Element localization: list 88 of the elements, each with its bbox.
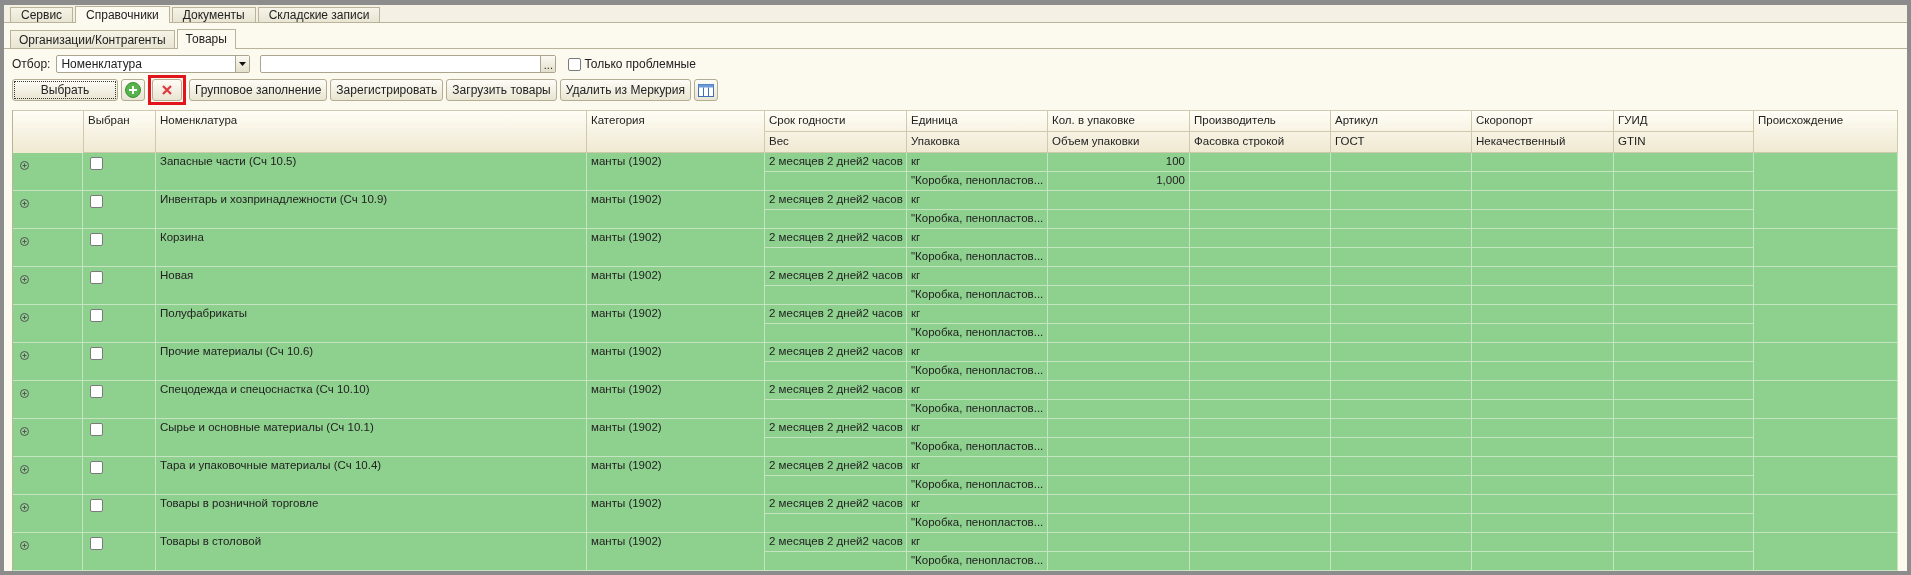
checkbox[interactable] <box>90 309 103 322</box>
tab[interactable]: Организации/Контрагенты <box>10 30 175 48</box>
column-header[interactable]: Производитель <box>1190 111 1331 132</box>
tab[interactable]: Документы <box>171 7 256 22</box>
toolbar-button[interactable]: Выбрать <box>12 79 118 101</box>
table-cell: 2 месяцев 2 дней2 часов <box>765 191 907 210</box>
table-cell: кг <box>907 343 1048 362</box>
table-cell: кг <box>907 419 1048 438</box>
checkbox[interactable] <box>90 499 103 512</box>
column-header[interactable]: ГУИД <box>1614 111 1754 132</box>
filter-field[interactable]: Номенклатура <box>56 55 251 73</box>
close-icon <box>161 84 173 96</box>
select-button[interactable]: ... <box>540 56 556 72</box>
table-cell: кг <box>907 495 1048 514</box>
expand-icon[interactable] <box>20 275 29 284</box>
checkbox[interactable] <box>90 385 103 398</box>
tab[interactable]: Товары <box>176 29 236 49</box>
table-row[interactable]: Товары в столовой манты (1902) 2 месяцев 2 дней2 часов кг "Коробка, пенопластов... <box>13 533 1898 571</box>
column-header[interactable]: Скоропорт <box>1472 111 1614 132</box>
tab[interactable]: Справочники <box>75 6 170 23</box>
checkbox[interactable] <box>90 195 103 208</box>
table-cell: "Коробка, пенопластов... <box>907 552 1048 571</box>
table-cell: 2 месяцев 2 дней2 часов <box>765 457 907 476</box>
column-header[interactable]: Срок годности <box>765 111 907 132</box>
expand-icon[interactable] <box>20 351 29 360</box>
expand-icon[interactable] <box>20 427 29 436</box>
expand-icon[interactable] <box>20 199 29 208</box>
table-row[interactable]: Товары в розничной торговле манты (1902) 2 месяцев 2 дней2 часов кг "Коробка, пенопластов... <box>13 495 1898 533</box>
expand-icon[interactable] <box>20 541 29 550</box>
expand-icon[interactable] <box>20 465 29 474</box>
tab[interactable]: Сервис <box>10 7 74 22</box>
checkbox[interactable] <box>90 347 103 360</box>
table-row[interactable]: Сырье и основные материалы (Сч 10.1) манты (1902) 2 месяцев 2 дней2 часов кг "Коробка, пенопластов... <box>13 419 1898 457</box>
table-row[interactable]: Новая манты (1902) 2 месяцев 2 дней2 часов кг "Коробка, пенопластов... <box>13 267 1898 305</box>
checkbox[interactable] <box>90 271 103 284</box>
table-cell: 2 месяцев 2 дней2 часов <box>765 267 907 286</box>
table-cell: манты (1902) <box>587 533 765 571</box>
checkbox[interactable] <box>90 537 103 550</box>
expand-icon[interactable] <box>20 503 29 512</box>
checkbox[interactable] <box>90 423 103 436</box>
checkbox[interactable] <box>90 157 103 170</box>
filter-label: Отбор: <box>12 57 51 71</box>
plus-icon <box>125 82 141 98</box>
table-row[interactable]: Инвентарь и хозпринадлежности (Сч 10.9) манты (1902) 2 месяцев 2 дней2 часов кг "Коробка, пенопластов... <box>13 191 1898 229</box>
toolbar-button[interactable]: Удалить из Меркурия <box>559 79 691 101</box>
column-header[interactable]: Артикул <box>1331 111 1472 132</box>
table-cell: кг <box>907 381 1048 400</box>
table-cell: 2 месяцев 2 дней2 часов <box>765 153 907 172</box>
value-field[interactable]: ... <box>260 55 557 73</box>
columns-button[interactable] <box>694 79 718 101</box>
column-header[interactable]: Кол. в упаковке <box>1048 111 1190 132</box>
table-cell: кг <box>907 533 1048 552</box>
table-cell: кг <box>907 229 1048 248</box>
dropdown-icon[interactable] <box>239 62 247 66</box>
table-row[interactable]: Тара и упаковочные материалы (Сч 10.4) манты (1902) 2 месяцев 2 дней2 часов кг "Коробка, пенопластов... <box>13 457 1898 495</box>
table-cell: Товары в столовой <box>156 533 587 571</box>
table-cell: кг <box>907 305 1048 324</box>
checkbox[interactable] <box>90 461 103 474</box>
expand-icon[interactable] <box>20 313 29 322</box>
checkbox[interactable] <box>90 233 103 246</box>
tab[interactable]: Складские записи <box>257 7 381 22</box>
checkbox[interactable] <box>568 57 582 71</box>
expand-icon[interactable] <box>20 161 29 170</box>
table-cell: 2 месяцев 2 дней2 часов <box>765 305 907 324</box>
table-cell: 2 месяцев 2 дней2 часов <box>765 533 907 552</box>
table-cell: 2 месяцев 2 дней2 часов <box>765 343 907 362</box>
table-cell: кг <box>907 153 1048 172</box>
checkbox-label: Только проблемные <box>584 57 696 71</box>
table-icon <box>698 83 714 97</box>
table-cell: кг <box>907 191 1048 210</box>
expand-icon[interactable] <box>20 237 29 246</box>
table-cell: 2 месяцев 2 дней2 часов <box>765 495 907 514</box>
table-row[interactable]: Прочие материалы (Сч 10.6) манты (1902) 2 месяцев 2 дней2 часов кг "Коробка, пенопластов... <box>13 343 1898 381</box>
toolbar-button[interactable]: Загрузить товары <box>446 79 557 101</box>
table-row[interactable]: Полуфабрикаты манты (1902) 2 месяцев 2 дней2 часов кг "Коробка, пенопластов... <box>13 305 1898 343</box>
toolbar-button[interactable]: Зарегистрировать <box>330 79 444 101</box>
table-row[interactable]: Спецодежда и спецоснастка (Сч 10.10) манты (1902) 2 месяцев 2 дней2 часов кг "Коробка, пенопластов... <box>13 381 1898 419</box>
table-cell: кг <box>907 267 1048 286</box>
table-cell: 100 <box>1048 153 1190 172</box>
table-cell: 2 месяцев 2 дней2 часов <box>765 419 907 438</box>
expand-icon[interactable] <box>20 389 29 398</box>
table-cell: кг <box>907 457 1048 476</box>
add-button[interactable] <box>121 79 145 101</box>
table-cell: 2 месяцев 2 дней2 часов <box>765 229 907 248</box>
column-header[interactable]: Единица <box>907 111 1048 132</box>
table-row[interactable]: Корзина манты (1902) 2 месяцев 2 дней2 часов кг "Коробка, пенопластов... <box>13 229 1898 267</box>
table-cell: 2 месяцев 2 дней2 часов <box>765 381 907 400</box>
toolbar-button[interactable]: Групповое заполнение <box>189 79 328 101</box>
